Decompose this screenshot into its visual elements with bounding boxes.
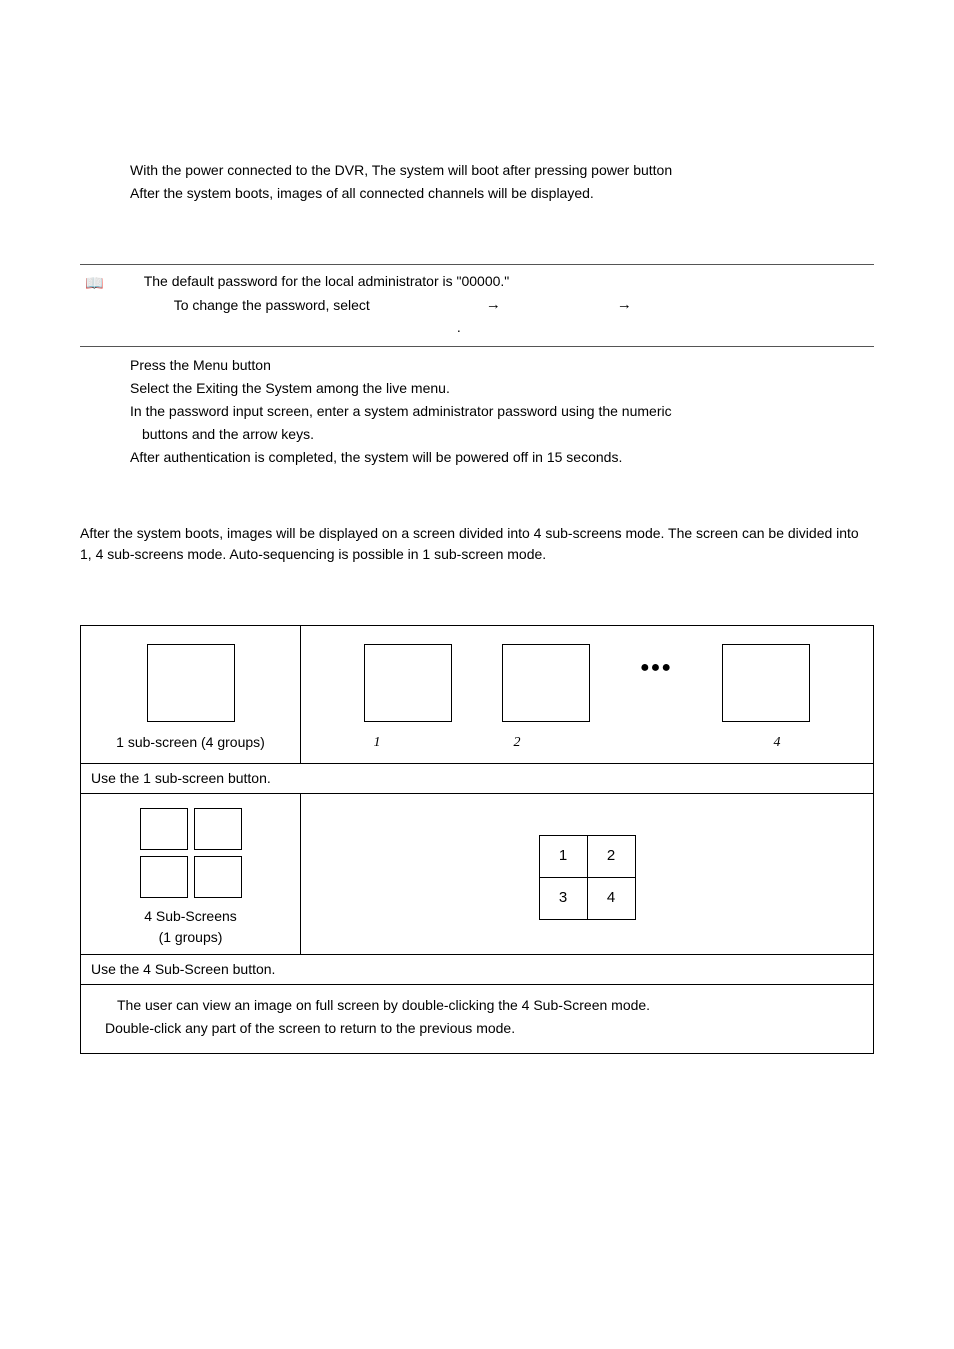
row2-instruction: Use the 4 Sub-Screen button.	[81, 955, 873, 985]
figure-row-1-right: ●●● 1 2 4	[301, 626, 873, 763]
row2-left-label-a: 4 Sub-Screens	[91, 906, 290, 927]
intro-line-1: With the power connected to the DVR, The…	[130, 160, 874, 181]
info-line-2a: To change the password, select	[174, 295, 370, 316]
note-line-2: Double-click any part of the screen to r…	[105, 1018, 859, 1039]
info-line-1: The default password for the local admin…	[144, 271, 874, 292]
row1-left-label: 1 sub-screen (4 groups)	[91, 732, 290, 753]
steps-block: Press the Menu button Select the Exiting…	[130, 355, 874, 468]
screen-item-4	[722, 644, 810, 722]
arrow-icon: →	[486, 294, 501, 317]
dots-icon: ●●●	[640, 656, 672, 680]
single-screen-box	[147, 644, 235, 722]
screen-item-2	[502, 644, 590, 722]
step-3: In the password input screen, enter a sy…	[130, 401, 874, 422]
info-dot: .	[44, 317, 874, 338]
note-line-1: The user can view an image on full scree…	[117, 995, 859, 1016]
step-1: Press the Menu button	[130, 355, 874, 376]
intro-block: With the power connected to the DVR, The…	[130, 160, 874, 204]
num-2: 2	[492, 732, 542, 753]
grid-empty	[140, 808, 242, 898]
row1-instruction: Use the 1 sub-screen button.	[81, 764, 873, 794]
step-3b: buttons and the arrow keys.	[142, 424, 874, 445]
screen-item-1	[364, 644, 452, 722]
grid-cell-4: 4	[587, 877, 636, 920]
num-4: 4	[752, 732, 802, 753]
figure-row-2-right: 1 2 3 4	[301, 794, 873, 954]
number-row: 1 2 4	[311, 732, 863, 753]
step-4: After authentication is completed, the s…	[130, 447, 874, 468]
info-text: The default password for the local admin…	[144, 271, 874, 338]
grid-cell-1: 1	[539, 835, 588, 878]
grid-cell-3: 3	[539, 877, 588, 920]
row2-left-label-b: (1 groups)	[91, 927, 290, 948]
book-icon: 📖	[85, 273, 104, 296]
figure-table: 1 sub-screen (4 groups) ●●● 1 2 4	[80, 625, 874, 1054]
multi-screen-row: ●●●	[311, 644, 863, 722]
arrow-icon: →	[617, 294, 632, 317]
subscreen-description: After the system boots, images will be d…	[80, 523, 874, 565]
info-line-2: To change the password, select → →	[144, 294, 874, 317]
figure-row-2-left: 4 Sub-Screens (1 groups)	[81, 794, 301, 954]
grid-cell-2: 2	[587, 835, 636, 878]
figure-row-1: 1 sub-screen (4 groups) ●●● 1 2 4	[81, 626, 873, 764]
figure-row-2: 4 Sub-Screens (1 groups) 1 2 3 4	[81, 794, 873, 955]
bottom-note: The user can view an image on full scree…	[81, 985, 873, 1053]
intro-line-2: After the system boots, images of all co…	[130, 183, 874, 204]
grid-numbered: 1 2 3 4	[539, 836, 635, 920]
step-2: Select the Exiting the System among the …	[130, 378, 874, 399]
info-box: 📖 The default password for the local adm…	[80, 264, 874, 347]
num-1: 1	[352, 732, 402, 753]
figure-row-1-left: 1 sub-screen (4 groups)	[81, 626, 301, 763]
